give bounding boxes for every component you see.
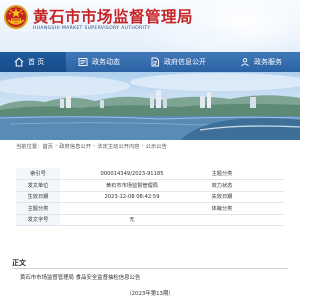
nav-item-service[interactable]: 政务服务 xyxy=(228,52,300,72)
table-row: 索引号 000014349/2023-91185 主题分类 xyxy=(16,168,284,180)
meta-value-validity xyxy=(240,179,284,192)
meta-value-topic xyxy=(60,202,204,215)
meta-label-topic: 主题分类 xyxy=(16,202,60,215)
meta-value-expiry xyxy=(240,191,284,203)
table-row: 生效日期 2023-12-08 08:42:59 失效日期 xyxy=(16,191,284,203)
nav-item-label: 首 页 xyxy=(28,58,45,66)
document-icon xyxy=(150,57,160,67)
nav-item-gov-info[interactable]: 政府信息公开 xyxy=(138,52,228,72)
breadcrumb-separator-icon: › xyxy=(141,143,144,149)
meta-label-empty xyxy=(204,214,240,226)
breadcrumb: 当前位置： 首页 › 政府信息公开 › 法定主动公开内容 › 公示公告 xyxy=(16,142,167,150)
site-subtitle: HUANGSHI MARKET SUPERVISORY AUTHORITY xyxy=(33,26,151,31)
meta-label-expiry: 失效日期 xyxy=(204,191,240,203)
meta-label-agency: 发文单位 xyxy=(16,179,60,192)
content-heading: 正文 xyxy=(12,259,26,267)
meta-value-genre xyxy=(240,202,284,215)
breadcrumb-link-statutory[interactable]: 法定主动公开内容 xyxy=(97,142,139,150)
breadcrumb-prefix: 当前位置： xyxy=(16,144,43,150)
nav-item-home[interactable]: 首 页 xyxy=(0,52,66,72)
document-meta-table: 索引号 000014349/2023-91185 主题分类 发文单位 黄石市市场… xyxy=(16,168,284,226)
breadcrumb-link-announcements[interactable]: 公示公告 xyxy=(146,142,167,150)
meta-label-genre: 体裁分类 xyxy=(204,202,240,215)
meta-value-empty xyxy=(240,214,284,226)
meta-label-validity: 效力状态 xyxy=(204,179,240,192)
breadcrumb-separator-icon: › xyxy=(93,143,96,149)
nav-item-label: 政务服务 xyxy=(254,58,282,66)
breadcrumb-link-home[interactable]: 首页 xyxy=(43,142,54,150)
site-header: 黄石市市场监督管理局 HUANGSHI MARKET SUPERVISORY A… xyxy=(0,0,300,52)
meta-label-date: 生效日期 xyxy=(16,191,60,203)
content-divider xyxy=(12,268,288,269)
service-icon xyxy=(240,57,250,67)
table-row: 发文字号 无 xyxy=(16,214,284,226)
meta-value-agency: 黄石市市场监督管理局 xyxy=(60,179,204,192)
news-icon xyxy=(78,57,88,67)
meta-label-docno: 发文字号 xyxy=(16,214,60,226)
meta-label-index: 索引号 xyxy=(16,168,60,180)
nav-item-label: 政务动态 xyxy=(92,58,120,66)
content-issue-line: （2023年第13期） xyxy=(126,291,174,297)
meta-label-category: 主题分类 xyxy=(204,168,240,180)
nav-item-label: 政府信息公开 xyxy=(164,58,206,66)
content-title-line: 黄石市市场监督管理局 食品安全监督抽检信息公告 xyxy=(20,275,141,281)
home-icon xyxy=(14,57,24,67)
meta-value-docno: 无 xyxy=(60,214,204,226)
meta-value-index: 000014349/2023-91185 xyxy=(60,168,204,180)
table-row: 主题分类 体裁分类 xyxy=(16,202,284,215)
meta-value-category xyxy=(240,168,284,180)
breadcrumb-separator-icon: › xyxy=(55,143,58,149)
nav-item-news[interactable]: 政务动态 xyxy=(66,52,138,72)
city-banner-image xyxy=(0,72,300,140)
table-row: 发文单位 黄石市市场监督管理局 效力状态 xyxy=(16,179,284,192)
site-title: 黄石市市场监督管理局 xyxy=(33,8,194,26)
main-nav: 首 页 政务动态 政府信息公开 政务服务 xyxy=(0,52,300,72)
meta-value-date: 2023-12-08 08:42:59 xyxy=(60,191,204,203)
national-emblem-icon xyxy=(4,5,28,29)
breadcrumb-link-gov-info[interactable]: 政府信息公开 xyxy=(59,142,91,150)
